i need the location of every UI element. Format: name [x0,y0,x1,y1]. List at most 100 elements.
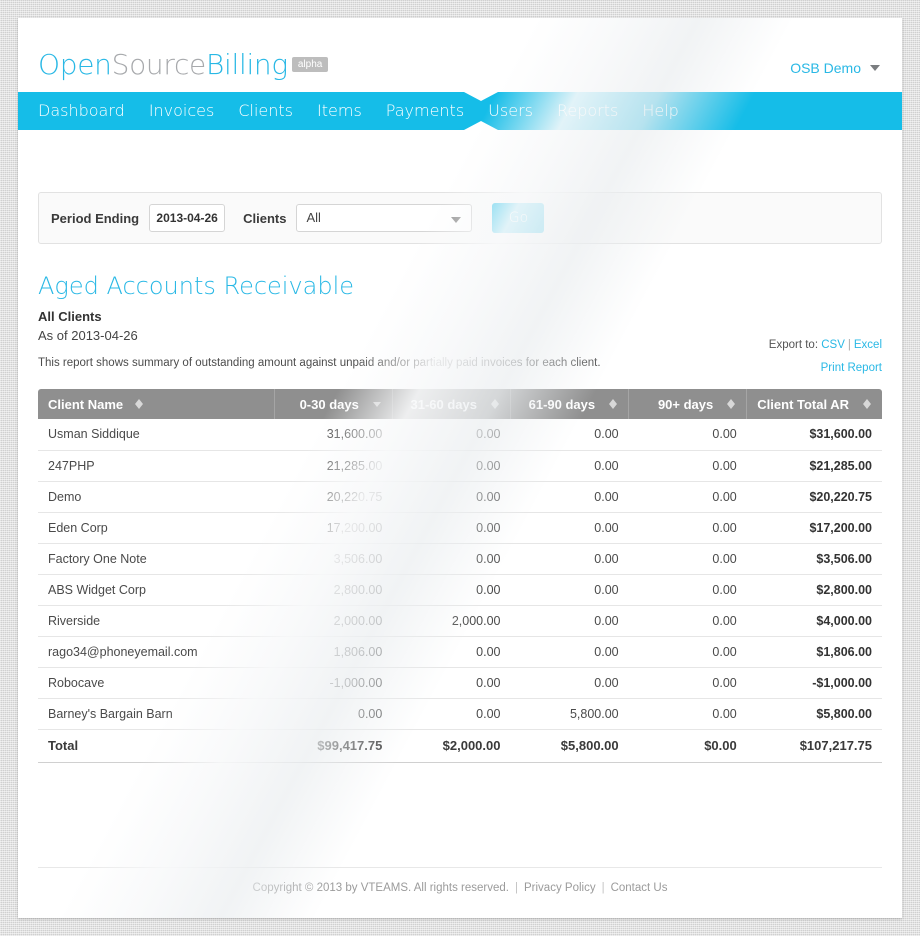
export-excel-link[interactable]: Excel [854,339,882,351]
column-label: 61-90 days [528,396,596,412]
nav-item-help[interactable]: Help [642,92,678,130]
cell-d030: 2,000.00 [274,605,393,637]
cell-d030: 21,285.00 [274,450,393,482]
cell-total-label: Total [38,728,275,763]
cell-total: -$1,000.00 [746,667,882,699]
main-nav: Dashboard Invoices Clients Items Payment… [18,92,902,130]
cell-total: $3,506.00 [746,543,882,575]
sort-icon[interactable] [490,398,500,410]
aged-ar-table: Client Name 0-30 days 31-60 days 61-90 d… [38,389,882,763]
print-report-link[interactable]: Print Report [821,362,882,374]
nav-item-invoices[interactable]: Invoices [149,92,215,130]
table-head: Client Name 0-30 days 31-60 days 61-90 d… [38,389,882,419]
column-header-client-name[interactable]: Client Name [38,389,275,419]
cell-d3160: 0.00 [392,481,511,513]
report-as-of: As of 2013-04-26 [38,328,138,343]
cell-total-d6190: $5,800.00 [510,728,629,763]
cell-d6190: 5,800.00 [510,698,629,730]
clients-select[interactable]: All [296,204,473,232]
cell-d6190: 0.00 [510,636,629,668]
nav-item-items[interactable]: Items [317,92,362,130]
cell-client-name: Riverside [38,605,275,637]
export-csv-link[interactable]: CSV [821,339,845,351]
footer-separator: | [515,882,518,894]
cell-d6190: 0.00 [510,605,629,637]
cell-client-name: Barney's Bargain Barn [38,698,275,730]
cell-d030: 17,200.00 [274,512,393,544]
period-ending-input[interactable]: 2013-04-26 [149,204,226,232]
table-total-row: Total $99,417.75 $2,000.00 $5,800.00 $0.00 $1… [38,728,882,763]
cell-total-d90: $0.00 [628,728,747,763]
nav-item-reports[interactable]: Reports [557,92,618,130]
cell-d030: 2,800.00 [274,574,393,606]
cell-total: $1,806.00 [746,636,882,668]
go-button[interactable]: Go [492,203,545,233]
cell-d90: 0.00 [628,698,747,730]
table-row: Riverside 2,000.00 2,000.00 0.00 0.00 $4,000.… [38,605,882,637]
sort-icon[interactable] [863,398,872,410]
contact-us-link[interactable]: Contact Us [611,882,668,894]
site-header: OpenSourceBilling alpha OSB Demo [18,18,902,92]
cell-d3160: 0.00 [392,450,511,482]
cell-d6190: 0.00 [510,512,629,544]
column-label: Client Name [48,396,124,412]
cell-d90: 0.00 [628,605,747,637]
cell-client-name: Eden Corp [38,512,275,544]
clients-select-value: All [306,210,321,225]
sort-icon[interactable] [609,398,618,410]
column-header-61-90-days[interactable]: 61-90 days [510,389,630,419]
cell-d3160: 0.00 [392,636,511,668]
export-to-label: Export to: [768,339,819,351]
cell-d6190: 0.00 [510,481,629,513]
column-header-client-total-ar[interactable]: Client Total AR [746,389,882,419]
table-header-row: Client Name 0-30 days 31-60 days 61-90 d… [38,389,882,419]
table-row: Eden Corp 17,200.00 0.00 0.00 0.00 $17,200.00 [38,512,882,544]
logo-part-open: Open [38,48,112,81]
cell-d030: 1,806.00 [274,636,393,668]
nav-notch-top-icon [464,92,498,101]
cell-d90: 0.00 [628,667,747,699]
cell-total-d030: $99,417.75 [274,728,393,763]
privacy-policy-link[interactable]: Privacy Policy [524,882,596,894]
sort-icon[interactable] [135,398,144,410]
cell-d030: 3,506.00 [274,543,393,575]
logo-part-source: Source [111,48,207,81]
cell-total-d3160: $2,000.00 [392,728,511,763]
nav-item-dashboard[interactable]: Dashboard [38,92,125,130]
cell-d3160: 0.00 [392,574,511,606]
column-label: Client Total AR [757,396,849,412]
nav-item-payments[interactable]: Payments [386,92,464,130]
nav-item-clients[interactable]: Clients [238,92,293,130]
cell-d90: 0.00 [628,450,747,482]
table-row: Barney's Bargain Barn 0.00 0.00 5,800.00 0.0… [38,698,882,730]
table-row: Factory One Note 3,506.00 0.00 0.00 0.00 $3,5… [38,543,882,575]
cell-d90: 0.00 [628,419,747,451]
cell-total-total: $107,217.75 [746,728,882,763]
cell-total: $2,800.00 [746,574,882,606]
cell-d6190: 0.00 [510,543,629,575]
cell-d030: 20,220.75 [274,481,393,513]
cell-d3160: 0.00 [392,543,511,575]
report-description: This report shows summary of outstanding… [38,357,601,369]
cell-d90: 0.00 [628,636,747,668]
nav-notch-bottom-icon [464,121,498,130]
table-row: rago34@phoneyemail.com 1,806.00 0.00 0.00 0.… [38,636,882,668]
logo[interactable]: OpenSourceBilling alpha [38,48,329,81]
user-menu[interactable]: OSB Demo [790,60,880,76]
cell-d6190: 0.00 [510,667,629,699]
column-header-90-plus-days[interactable]: 90+ days [628,389,748,419]
cell-total: $20,220.75 [746,481,882,513]
chevron-down-icon [451,217,462,223]
column-header-31-60-days[interactable]: 31-60 days [392,389,511,419]
cell-total: $21,285.00 [746,450,882,482]
cell-d030: 31,600.00 [274,419,393,451]
cell-total: $5,800.00 [746,698,882,730]
cell-client-name: Factory One Note [38,543,275,575]
logo-part-billing: Billing [205,48,288,81]
export-separator: | [847,339,851,351]
sort-icon-descending[interactable] [372,398,382,410]
site-footer: Copyright © 2013 by VTEAMS. All rights r… [38,867,882,894]
column-header-0-30-days[interactable]: 0-30 days [274,389,393,419]
sort-icon[interactable] [727,398,736,410]
cell-client-name: Robocave [38,667,275,699]
